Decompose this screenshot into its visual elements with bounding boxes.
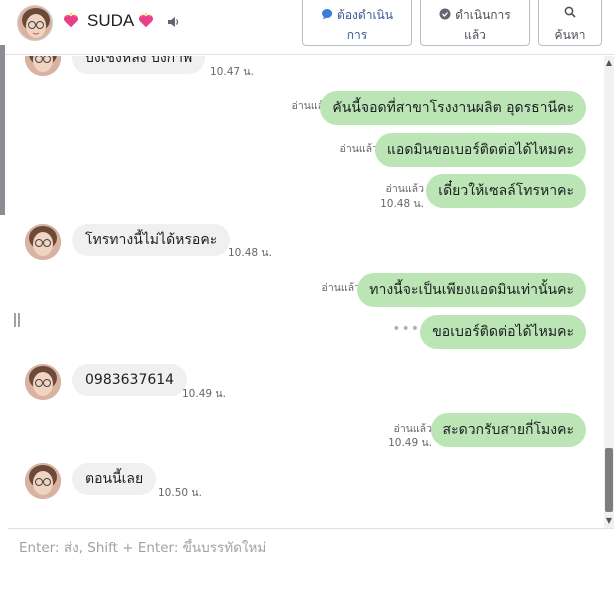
incoming-message[interactable]: 0983637614 xyxy=(72,364,188,396)
incoming-message[interactable]: โทรทางนี้ไม่ได้หรอคะ xyxy=(72,224,231,256)
search-button[interactable]: ค้นหา xyxy=(538,0,602,46)
heart-emoji-icon xyxy=(138,12,154,28)
scroll-up-icon[interactable]: ▲ xyxy=(604,58,614,68)
read-status: อ่านแล้ว xyxy=(339,143,378,155)
read-status: อ่านแล้ว xyxy=(321,282,360,294)
left-panel-scrollbar[interactable] xyxy=(0,45,5,215)
outgoing-message[interactable]: ทางนี้จะเป็นเพียงแอดมินเท่านั้นคะ xyxy=(357,273,586,307)
done-button[interactable]: ดำเนินการ แล้ว xyxy=(420,0,530,46)
message-list[interactable]: บังเชงหลัง บังกาพ 10.47 น. อ่านแล้ว คันน… xyxy=(8,56,602,528)
to-do-label-line2: การ xyxy=(346,28,368,42)
message-composer xyxy=(8,528,614,613)
outgoing-message[interactable]: สะดวกรับสายกี่โมงคะ xyxy=(430,413,586,447)
to-do-button[interactable]: ต้องดำเนิน การ xyxy=(302,0,412,46)
chat-header: SUDA ต้องดำเนิน การ ดำเนินการ แล้ว ค้นหา xyxy=(0,0,614,55)
outgoing-message[interactable]: ขอเบอร์ติดต่อได้ไหมคะ xyxy=(420,315,586,349)
contact-avatar[interactable] xyxy=(17,5,53,41)
search-label: ค้นหา xyxy=(554,28,586,42)
incoming-message[interactable]: ตอนนี้เลย xyxy=(72,463,157,495)
search-icon xyxy=(564,6,576,18)
sender-avatar xyxy=(25,364,61,400)
chat-bubble-icon xyxy=(322,9,333,20)
message-time: 10.48 น. xyxy=(380,198,424,210)
check-bubble-icon xyxy=(439,8,451,20)
sender-avatar xyxy=(25,463,61,499)
sender-avatar xyxy=(25,56,61,76)
message-time: 10.49 น. xyxy=(388,437,432,449)
outgoing-message[interactable]: แอดมินขอเบอร์ติดต่อได้ไหมคะ xyxy=(374,133,586,167)
contact-name: SUDA xyxy=(87,11,135,30)
scrollbar-thumb[interactable] xyxy=(605,448,613,512)
scroll-down-icon[interactable]: ▼ xyxy=(604,516,614,526)
speaker-icon[interactable] xyxy=(166,15,180,29)
outgoing-message[interactable]: เดี๋ยวให้เซลล์โทรหาคะ xyxy=(426,174,586,208)
incoming-message[interactable]: บังเชงหลัง บังกาพ xyxy=(72,56,206,74)
message-time: 10.50 น. xyxy=(158,487,202,499)
message-time: 10.47 น. xyxy=(210,66,254,78)
message-time: 10.48 น. xyxy=(228,247,272,259)
done-label-line2: แล้ว xyxy=(464,28,486,42)
message-input[interactable] xyxy=(17,539,581,557)
message-time: 10.49 น. xyxy=(182,388,226,400)
done-label-line1: ดำเนินการ xyxy=(455,8,511,22)
sender-avatar xyxy=(25,224,61,260)
to-do-label-line1: ต้องดำเนิน xyxy=(337,8,393,22)
heart-emoji-icon xyxy=(63,12,79,28)
outgoing-message[interactable]: คันนี้จอดที่สาขาโรงงานผลิต อุดรธานีคะ xyxy=(320,91,586,125)
sending-indicator: ••• xyxy=(392,321,420,337)
